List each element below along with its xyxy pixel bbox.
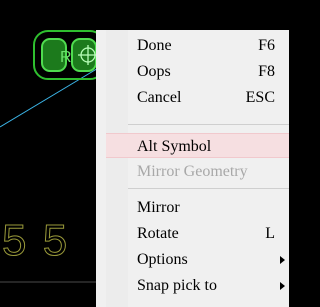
menu-separator: [128, 124, 289, 125]
menu-item-label: Alt Symbol: [137, 138, 212, 155]
menu-item-shortcut: ESC: [245, 89, 275, 106]
menu-item-shortcut: L: [265, 225, 275, 242]
menu-item-shortcut: F8: [258, 63, 275, 80]
part-label: R: [60, 49, 72, 66]
menu-item-label: Oops: [137, 63, 171, 80]
submenu-arrow-icon: [280, 256, 285, 264]
menu-item-mirror[interactable]: Mirror: [106, 195, 289, 220]
submenu-arrow-icon: [280, 282, 285, 290]
menu-item-rotate[interactable]: Rotate L: [106, 221, 289, 246]
menu-item-cancel[interactable]: Cancel ESC: [106, 85, 289, 110]
menu-item-label: Rotate: [137, 225, 179, 242]
menu-item-label: Mirror: [137, 199, 180, 216]
menu-item-alt-symbol[interactable]: Alt Symbol: [106, 133, 289, 158]
menu-item-oops[interactable]: Oops F8: [106, 59, 289, 84]
menu-item-mirror-geometry[interactable]: Mirror Geometry: [106, 159, 289, 184]
silkscreen-text: 5 5: [2, 216, 69, 265]
menu-item-options[interactable]: Options: [106, 247, 289, 272]
menu-item-label: Cancel: [137, 89, 182, 106]
menu-item-shortcut: F6: [258, 37, 275, 54]
menu-item-label: Snap pick to: [137, 277, 217, 294]
menu-item-label: Done: [137, 37, 172, 54]
menu-item-snap-pick-to[interactable]: Snap pick to: [106, 273, 289, 298]
menu-separator: [128, 188, 289, 189]
menu-item-label: Mirror Geometry: [137, 163, 248, 180]
menu-item-label: Options: [137, 251, 188, 268]
menu-item-done[interactable]: Done F6: [106, 33, 289, 58]
